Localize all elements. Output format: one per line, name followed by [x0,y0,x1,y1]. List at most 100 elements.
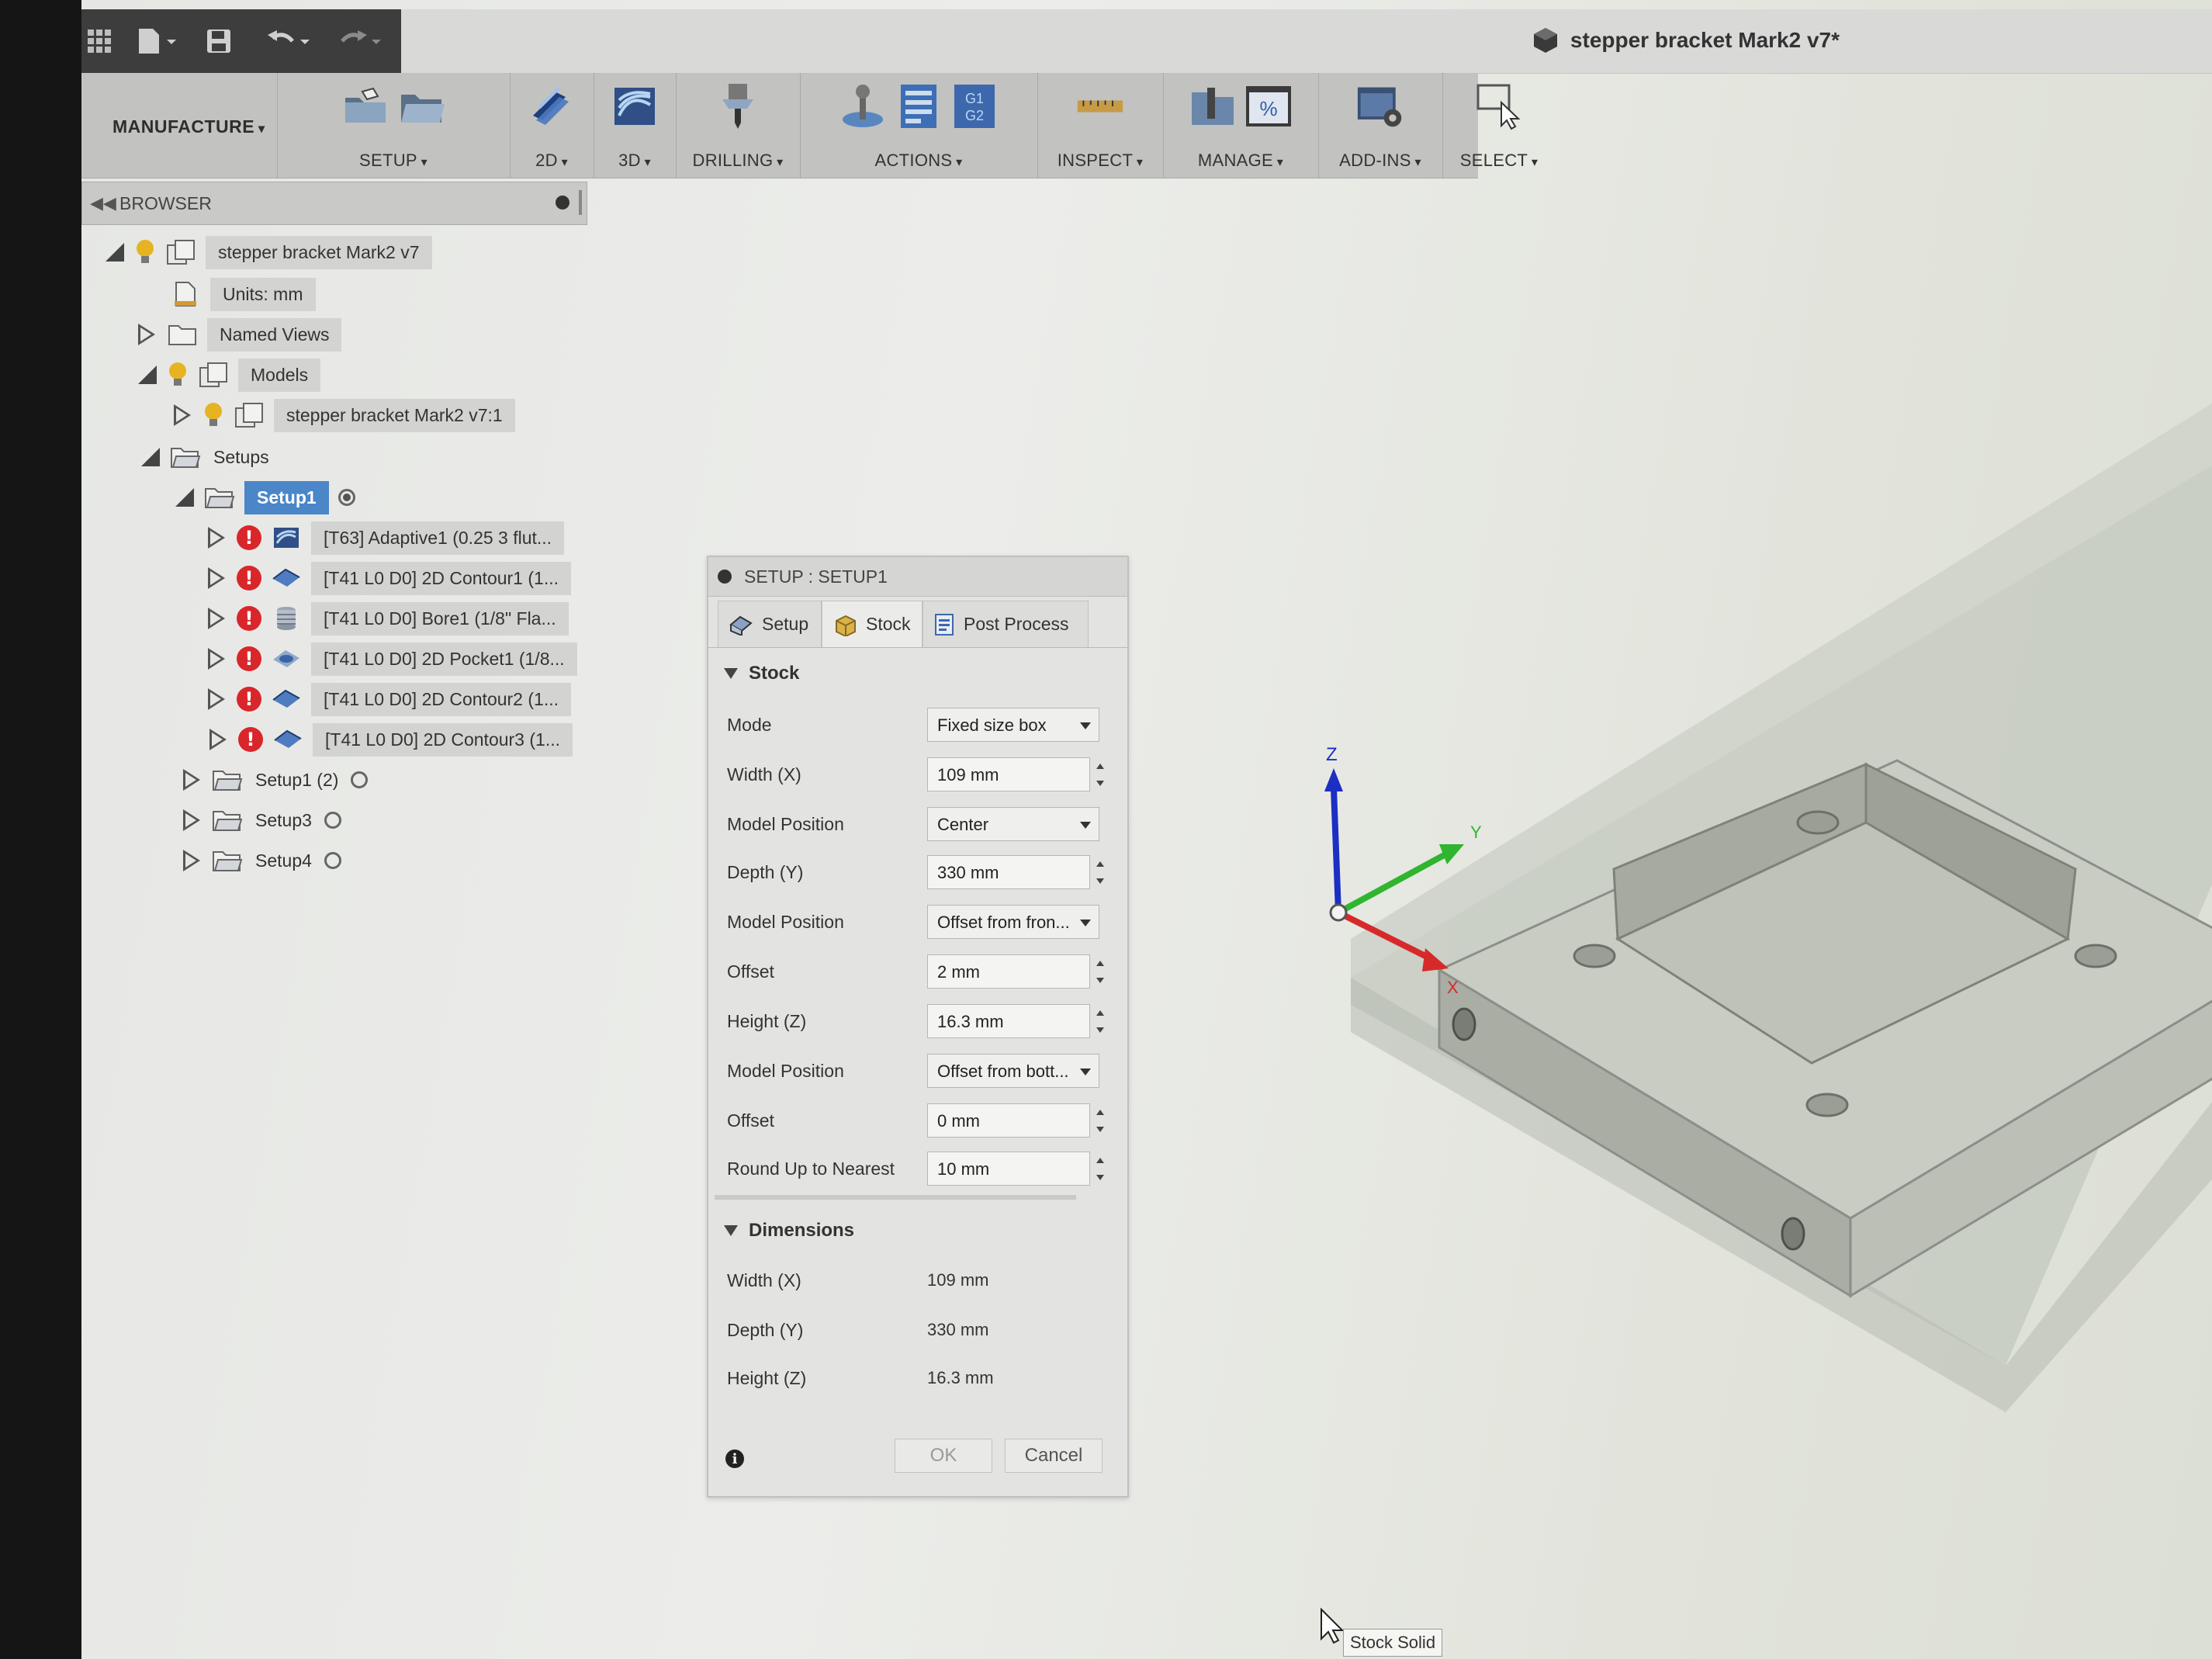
expand-triangle-icon[interactable] [207,688,227,710]
tab-post-process[interactable]: Post Process [923,601,1089,647]
offset-z-spinner[interactable] [1093,1103,1107,1138]
collapse-triangle-icon[interactable] [140,447,161,467]
mode-select[interactable]: Fixed size box [927,708,1099,742]
scripts-addins-icon[interactable] [1356,82,1404,130]
activate-setup-radio[interactable] [351,771,369,788]
new-file-icon[interactable] [136,26,179,56]
expand-triangle-icon[interactable] [209,729,229,750]
2d-toolpath-icon[interactable] [528,82,576,130]
dialog-header[interactable]: SETUP : SETUP1 [708,557,1127,597]
tree-operation[interactable]: ! [T41 L0 D0] 2D Contour3 (1... [209,722,573,757]
ribbon-group-setup[interactable]: SETUP [277,73,511,178]
tool-library-icon[interactable] [1189,82,1237,130]
ribbon-group-actions[interactable]: G1 G2 ACTIONS [800,73,1038,178]
tree-setup1[interactable]: Setup1 [175,480,355,515]
ribbon-group-3d[interactable]: 3D [594,73,677,178]
activate-setup-radio[interactable] [324,852,341,869]
ribbon-group-manage[interactable]: % MANAGE [1163,73,1319,178]
app-grid-icon[interactable] [88,26,111,56]
ok-button[interactable]: OK [895,1439,992,1473]
tree-setup[interactable]: Setup4 [182,843,341,878]
browser-panel-header[interactable]: ◀◀ BROWSER [81,182,587,225]
panel-pin-icon[interactable] [556,196,569,210]
save-icon[interactable] [206,26,232,56]
tab-setup[interactable]: Setup [718,601,822,647]
ribbon-group-drilling[interactable]: DRILLING [676,73,801,178]
tree-operation[interactable]: ! [T41 L0 D0] 2D Pocket1 (1/8... [207,641,577,677]
height-spinner[interactable] [1093,1004,1107,1038]
model-position-x-select[interactable]: Center [927,807,1099,841]
model-position-y-select[interactable]: Offset from fron... [927,905,1099,939]
expand-triangle-icon[interactable] [137,324,158,345]
collapse-triangle-icon[interactable] [105,242,125,262]
post-process-icon[interactable]: G1 G2 [950,82,999,130]
width-spinner[interactable] [1093,757,1107,791]
offset-y-spinner[interactable] [1093,954,1107,989]
visibility-bulb-icon[interactable] [167,362,189,388]
3d-toolpath-icon[interactable] [611,82,659,130]
tree-model-item[interactable]: stepper bracket Mark2 v7:1 [173,397,515,433]
scroll-divider[interactable] [715,1195,1076,1200]
expand-triangle-icon[interactable] [207,567,227,589]
info-icon[interactable]: i [725,1449,744,1468]
tree-setups[interactable]: Setups [140,439,272,475]
drill-icon[interactable] [714,82,762,130]
setup-sheet-icon[interactable] [895,82,943,130]
tab-stock[interactable]: Stock [822,601,923,647]
collapse-triangle-icon[interactable] [137,365,158,385]
height-input[interactable]: 16.3 mm [927,1004,1090,1038]
undo-icon[interactable] [266,26,313,56]
expand-triangle-icon[interactable] [207,608,227,629]
dialog-collapse-icon[interactable] [718,570,732,584]
stock-section-header[interactable]: Stock [724,658,799,689]
expand-triangle-icon[interactable] [173,404,193,426]
3d-viewport[interactable]: Z Y X [1222,403,2212,1412]
tree-setup[interactable]: Setup3 [182,802,341,838]
ribbon-group-inspect[interactable]: INSPECT [1037,73,1164,178]
tree-operation[interactable]: ! [T63] Adaptive1 (0.25 3 flut... [207,520,565,556]
tree-operation[interactable]: ! [T41 L0 D0] 2D Contour2 (1... [207,681,571,717]
active-setup-radio[interactable] [338,489,355,506]
offset-y-input[interactable]: 2 mm [927,954,1090,989]
section-collapse-icon[interactable] [724,1225,738,1236]
depth-spinner[interactable] [1093,855,1107,889]
tree-units[interactable]: Units: mm [170,276,316,312]
ribbon-group-addins[interactable]: ADD-INS [1318,73,1443,178]
tree-operation[interactable]: ! [T41 L0 D0] Bore1 (1/8" Fla... [207,601,569,636]
activate-setup-radio[interactable] [324,812,341,829]
collapse-panel-icon[interactable]: ◀◀ [90,193,116,213]
workspace-switcher[interactable]: MANUFACTURE [81,73,278,178]
panel-resize-handle[interactable] [579,190,582,215]
measure-icon[interactable] [1076,82,1124,130]
model-position-z-select[interactable]: Offset from bott... [927,1054,1099,1088]
visibility-bulb-icon[interactable] [203,402,224,428]
expand-triangle-icon[interactable] [207,527,227,549]
redo-icon[interactable] [338,26,384,56]
tree-models[interactable]: Models [137,357,321,393]
origin-marker[interactable] [1329,903,1348,922]
open-setup-icon[interactable] [397,82,445,130]
simulate-icon[interactable] [839,82,887,130]
collapse-triangle-icon[interactable] [175,487,195,507]
expand-triangle-icon[interactable] [182,850,203,871]
offset-z-input[interactable]: 0 mm [927,1103,1090,1138]
width-input[interactable]: 109 mm [927,757,1090,791]
expand-triangle-icon[interactable] [207,648,227,670]
depth-input[interactable]: 330 mm [927,855,1090,889]
tree-setup[interactable]: Setup1 (2) [182,762,369,798]
tree-named-views[interactable]: Named Views [137,317,342,352]
expand-triangle-icon[interactable] [182,809,203,831]
round-up-input[interactable]: 10 mm [927,1152,1090,1186]
expand-triangle-icon[interactable] [182,769,203,791]
section-collapse-icon[interactable] [724,668,738,679]
dimensions-section-header[interactable]: Dimensions [724,1215,854,1246]
visibility-bulb-icon[interactable] [134,239,156,265]
ribbon-group-select[interactable]: SELECT [1442,73,1556,178]
workspace-dropdown[interactable]: MANUFACTURE [113,116,265,137]
new-setup-icon[interactable] [341,82,389,130]
cancel-button[interactable]: Cancel [1005,1439,1103,1473]
select-cursor-icon[interactable] [1475,82,1523,130]
round-up-spinner[interactable] [1093,1152,1107,1186]
tree-root[interactable]: stepper bracket Mark2 v7 [105,234,432,270]
tree-operation[interactable]: ! [T41 L0 D0] 2D Contour1 (1... [207,560,571,596]
